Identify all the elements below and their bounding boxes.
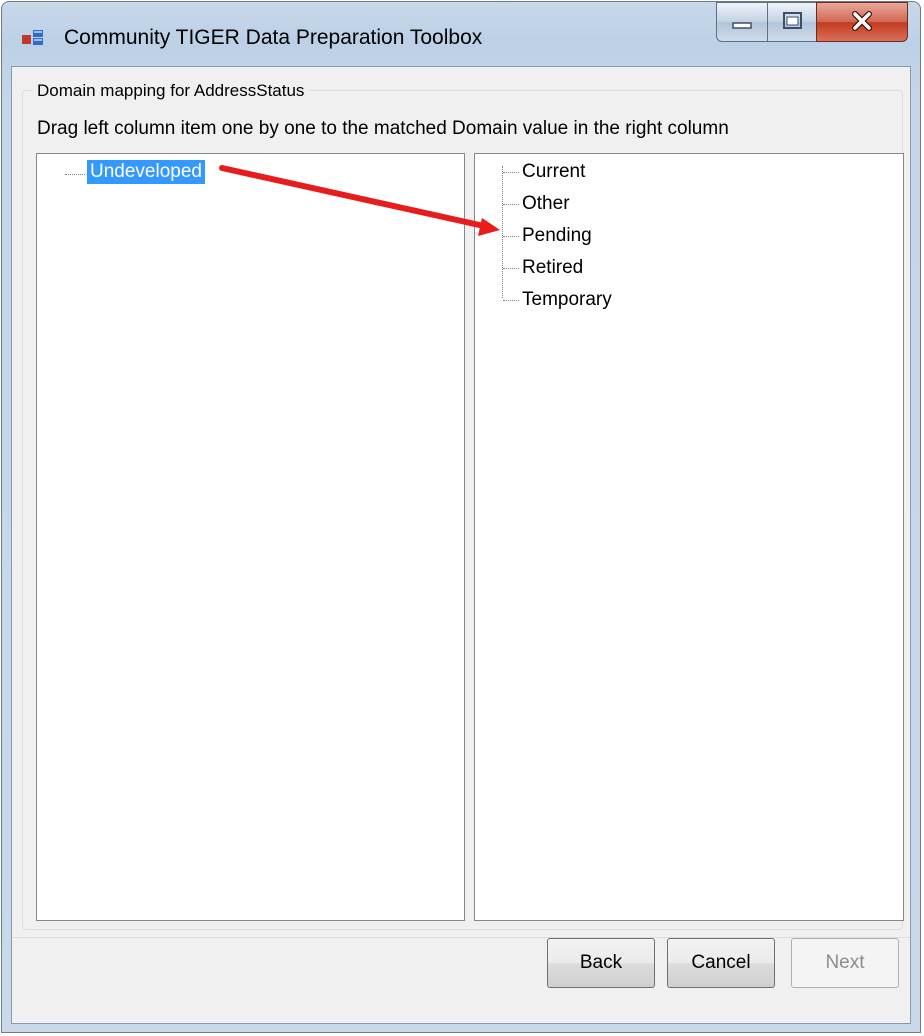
tree-node-label: Temporary bbox=[522, 289, 612, 310]
tree-node-undeveloped[interactable]: Undeveloped bbox=[87, 160, 205, 184]
tree-node-temporary[interactable]: Temporary bbox=[519, 288, 615, 312]
tree-connector bbox=[503, 268, 519, 269]
tree-connector bbox=[503, 300, 519, 301]
tree-node-label: Retired bbox=[522, 257, 584, 278]
tree-connector bbox=[503, 204, 519, 205]
tree-connector bbox=[503, 172, 519, 173]
dialog-window: Community TIGER Data Preparation Toolbox… bbox=[1, 1, 921, 1033]
tree-node-current[interactable]: Current bbox=[519, 160, 588, 184]
tree-connector bbox=[503, 236, 519, 237]
maximize-button[interactable] bbox=[767, 2, 817, 42]
footer-divider bbox=[12, 937, 910, 938]
tree-connector bbox=[65, 174, 85, 175]
app-icon bbox=[22, 30, 43, 45]
group-legend: Domain mapping for AddressStatus bbox=[32, 81, 310, 101]
instruction-text: Drag left column item one by one to the … bbox=[37, 118, 729, 139]
tree-node-label: Other bbox=[522, 193, 570, 214]
client-area: Domain mapping for AddressStatus Drag le… bbox=[11, 66, 911, 1024]
window-title: Community TIGER Data Preparation Toolbox bbox=[64, 26, 483, 49]
minimize-icon bbox=[732, 22, 752, 29]
back-button[interactable]: Back bbox=[547, 938, 655, 988]
tree-node-label: Undeveloped bbox=[87, 160, 205, 184]
close-button[interactable] bbox=[816, 2, 908, 42]
tree-node-retired[interactable]: Retired bbox=[519, 256, 586, 280]
close-icon bbox=[852, 11, 872, 31]
tree-node-label: Pending bbox=[522, 225, 592, 246]
cancel-button[interactable]: Cancel bbox=[667, 938, 775, 988]
domain-values-tree[interactable]: Current Other Pending Retired Temporary bbox=[474, 153, 904, 921]
tree-node-other[interactable]: Other bbox=[519, 192, 573, 216]
minimize-button[interactable] bbox=[716, 2, 768, 42]
next-button[interactable]: Next bbox=[791, 938, 899, 988]
maximize-icon bbox=[783, 12, 802, 29]
source-values-tree[interactable]: Undeveloped bbox=[36, 153, 465, 921]
tree-connector bbox=[502, 166, 503, 298]
tree-node-label: Current bbox=[522, 161, 586, 182]
tree-node-pending[interactable]: Pending bbox=[519, 224, 595, 248]
